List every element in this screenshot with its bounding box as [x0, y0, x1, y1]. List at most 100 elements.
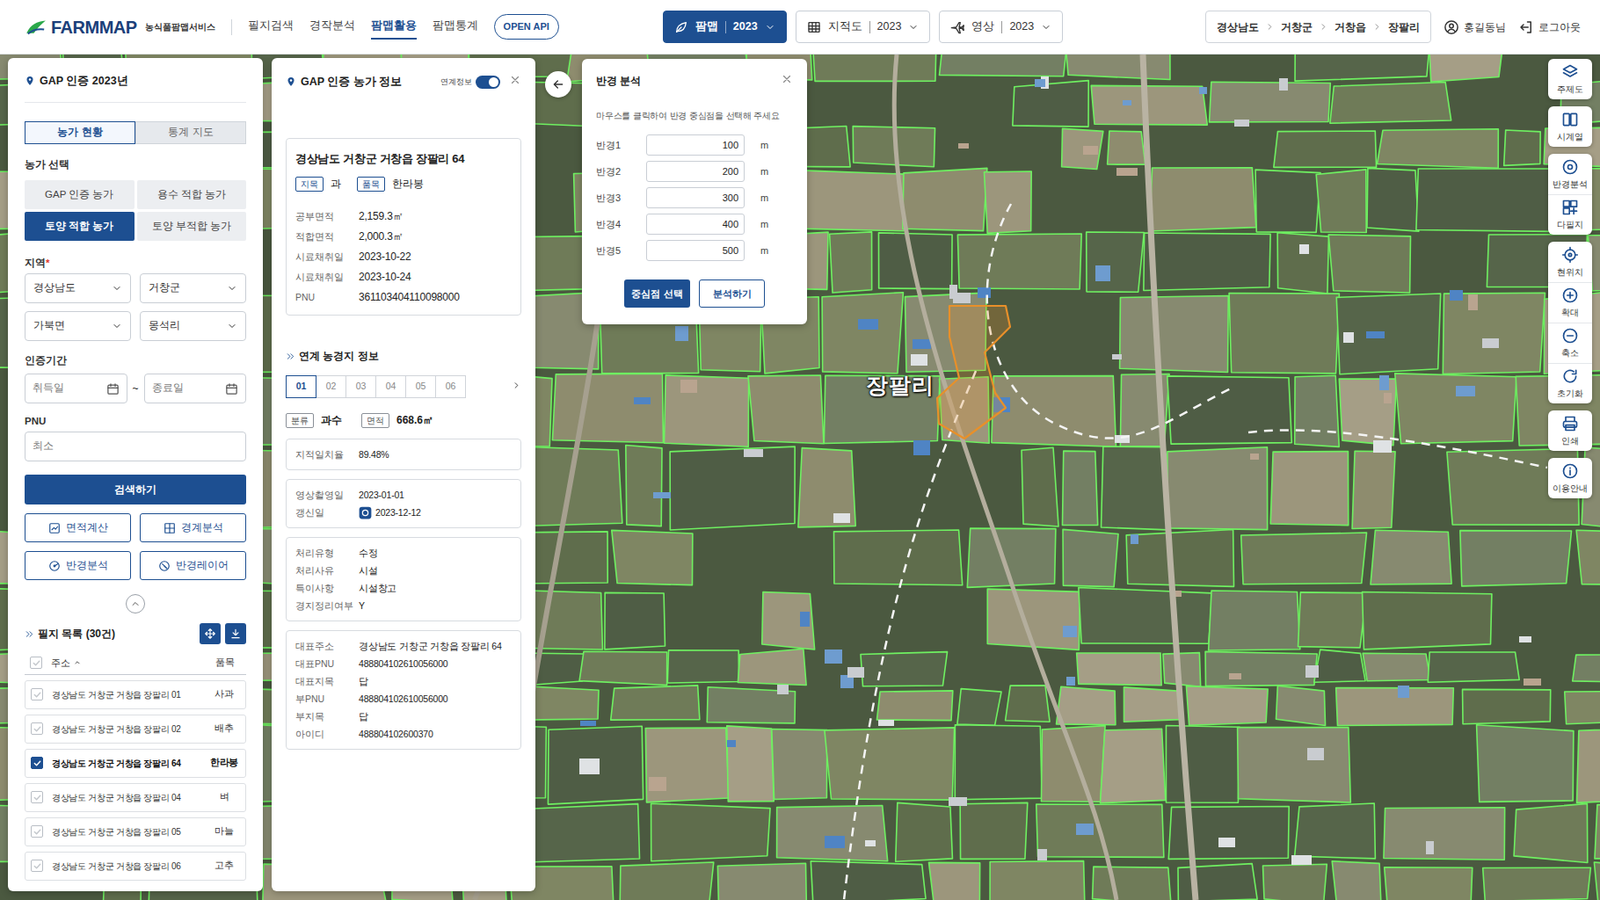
radius-button[interactable]: 반경분석 [1548, 153, 1593, 195]
region-label-text: 지역 [24, 257, 46, 269]
help-icon [1561, 462, 1579, 480]
area-icon [48, 522, 61, 535]
logout-button[interactable]: 로그아웃 [1518, 19, 1581, 36]
linked-tab[interactable]: 01 [285, 375, 317, 399]
nav-item[interactable]: 팜맵활용 [370, 14, 417, 40]
summary-tag: 면적 [361, 413, 390, 429]
area-button[interactable]: 면적계산 [24, 513, 131, 543]
address-column[interactable]: 주소 [50, 655, 201, 671]
row-checkbox[interactable] [30, 859, 44, 873]
parcel-row[interactable]: 경상남도 거창군 거창읍 장팔리 06고추 [24, 851, 247, 881]
collapse-button[interactable] [125, 594, 146, 614]
row-checkbox[interactable] [30, 825, 44, 838]
next-tab-button[interactable] [511, 378, 522, 395]
select-all-checkbox[interactable] [29, 656, 43, 670]
help-button[interactable]: 이용안내 [1548, 458, 1593, 499]
nav-item[interactable]: 팜맵통계 [432, 14, 479, 40]
breadcrumb-item[interactable]: 경상남도 [1216, 19, 1259, 36]
boundary-button[interactable]: 경계분석 [139, 513, 247, 543]
linked-tab[interactable]: 05 [405, 375, 437, 399]
linked-tab[interactable]: 06 [435, 375, 466, 399]
radius-hint: 마우스를 클릭하여 반경 중심점을 선택해 주세요 [596, 109, 793, 123]
reset-button[interactable]: 초기화 [1548, 363, 1593, 404]
panel-tab[interactable]: 농가 현황 [24, 121, 136, 145]
toggle-switch[interactable] [475, 75, 501, 89]
search-button[interactable]: 검색하기 [24, 474, 247, 505]
farm-option[interactable]: 토양 부적합 농가 [137, 211, 248, 241]
farm-select-label: 농가 선택 [24, 158, 247, 172]
logout-label: 로그아웃 [1538, 19, 1581, 36]
print-button[interactable]: 인쇄 [1548, 410, 1593, 451]
parcel-table-header: 주소품목 [24, 652, 247, 676]
breadcrumb-item[interactable]: 장팔리 [1388, 19, 1420, 36]
farm-tags: 지목과품목한라봉 [295, 175, 512, 192]
nav-item[interactable]: 필지검색 [247, 14, 294, 40]
pnu-input[interactable] [32, 438, 239, 454]
user-icon [1443, 19, 1460, 36]
breadcrumb: 경상남도 거창군 거창읍 장팔리 [1205, 10, 1432, 44]
region-select[interactable]: 거창군 [139, 273, 247, 304]
breadcrumb-item[interactable]: 거창읍 [1334, 19, 1367, 36]
field-value-text: 488804102610056000 [358, 690, 449, 708]
close-button[interactable] [509, 73, 522, 90]
parcel-address: 경상남도 거창군 거창읍 장팔리 01 [51, 688, 200, 702]
farm-option[interactable]: 용수 적합 농가 [137, 180, 248, 210]
panel-tab[interactable]: 통계 지도 [135, 121, 247, 145]
layer-dropdown[interactable]: 영상2023 [938, 10, 1063, 44]
farm-option[interactable]: 토양 적합 농가 [24, 211, 135, 241]
multi-parcel-button[interactable]: 다필지 [1548, 194, 1593, 235]
row-checkbox[interactable] [30, 791, 44, 804]
select-center-button[interactable]: 중심점 선택 [624, 279, 691, 308]
linked-tab[interactable]: 03 [345, 375, 377, 399]
breadcrumb-item[interactable]: 거창군 [1280, 19, 1313, 36]
user-menu[interactable]: 홍길동님 [1443, 19, 1506, 36]
field-value: 488804102610056000 [358, 690, 512, 708]
layer-dropdown[interactable]: 팜맵2023 [662, 10, 787, 44]
radius-input[interactable] [646, 213, 745, 235]
radius-input[interactable] [646, 134, 745, 156]
parcel-row[interactable]: 경상남도 거창군 거창읍 장팔리 02배추 [24, 714, 247, 744]
radius-row: 반경4m [596, 213, 793, 235]
row-checkbox[interactable] [30, 722, 44, 735]
zoom-in-button[interactable]: 확대 [1548, 282, 1593, 323]
end-date-input[interactable] [152, 380, 223, 396]
period-separator: ~ [132, 380, 139, 397]
region-select[interactable]: 가북면 [24, 311, 131, 342]
timeline-button[interactable]: 시계열 [1548, 106, 1593, 147]
parcel-crop: 한라봉 [208, 756, 240, 771]
theme-map-button[interactable]: 주제도 [1548, 58, 1593, 100]
region-select[interactable]: 경상남도 [24, 273, 131, 304]
parcel-row[interactable]: 경상남도 거창군 거창읍 장팔리 05마늘 [24, 817, 247, 847]
move-button[interactable] [199, 623, 221, 645]
nav-item[interactable]: 경작분석 [309, 14, 356, 40]
parcel-row[interactable]: 경상남도 거창군 거창읍 장팔리 01사과 [24, 680, 247, 710]
farm-option[interactable]: GAP 인증 농가 [24, 180, 135, 210]
open-api-button[interactable]: OPEN API [494, 14, 560, 40]
radius-input[interactable] [646, 187, 745, 209]
linked-tab[interactable]: 04 [375, 375, 407, 399]
download-button[interactable] [225, 623, 247, 645]
chevron-down-icon [111, 320, 123, 332]
parcel-crop: 마늘 [208, 824, 240, 839]
back-button[interactable] [545, 71, 572, 98]
zoom-out-button[interactable]: 축소 [1548, 322, 1593, 364]
row-checkbox[interactable] [30, 756, 44, 770]
chevron-right-icon [1318, 21, 1329, 32]
logo[interactable]: FARMMAP농식품팜맵서비스 [24, 18, 216, 37]
linked-tab[interactable]: 02 [315, 375, 347, 399]
close-button[interactable] [780, 72, 793, 89]
parcel-row[interactable]: 경상남도 거창군 거창읍 장팔리 04벼 [24, 783, 247, 813]
start-date-input[interactable] [32, 380, 103, 396]
row-checkbox[interactable] [30, 688, 44, 701]
radius-layer-button[interactable]: 반경레이어 [139, 551, 247, 581]
analyze-button[interactable]: 분석하기 [698, 279, 765, 308]
region-select[interactable]: 몽석리 [139, 311, 247, 342]
radius-input[interactable] [646, 240, 745, 262]
radius-input[interactable] [646, 160, 745, 182]
locate-button[interactable]: 현위치 [1548, 241, 1593, 283]
toolbar-label: 축소 [1561, 346, 1579, 360]
radius-button[interactable]: 반경분석 [24, 551, 131, 581]
parcel-row[interactable]: 경상남도 거창군 거창읍 장팔리 64한라봉 [24, 749, 247, 779]
layer-selectors: 팜맵2023지적도2023영상2023 [662, 10, 1063, 44]
layer-dropdown[interactable]: 지적도2023 [795, 10, 931, 44]
